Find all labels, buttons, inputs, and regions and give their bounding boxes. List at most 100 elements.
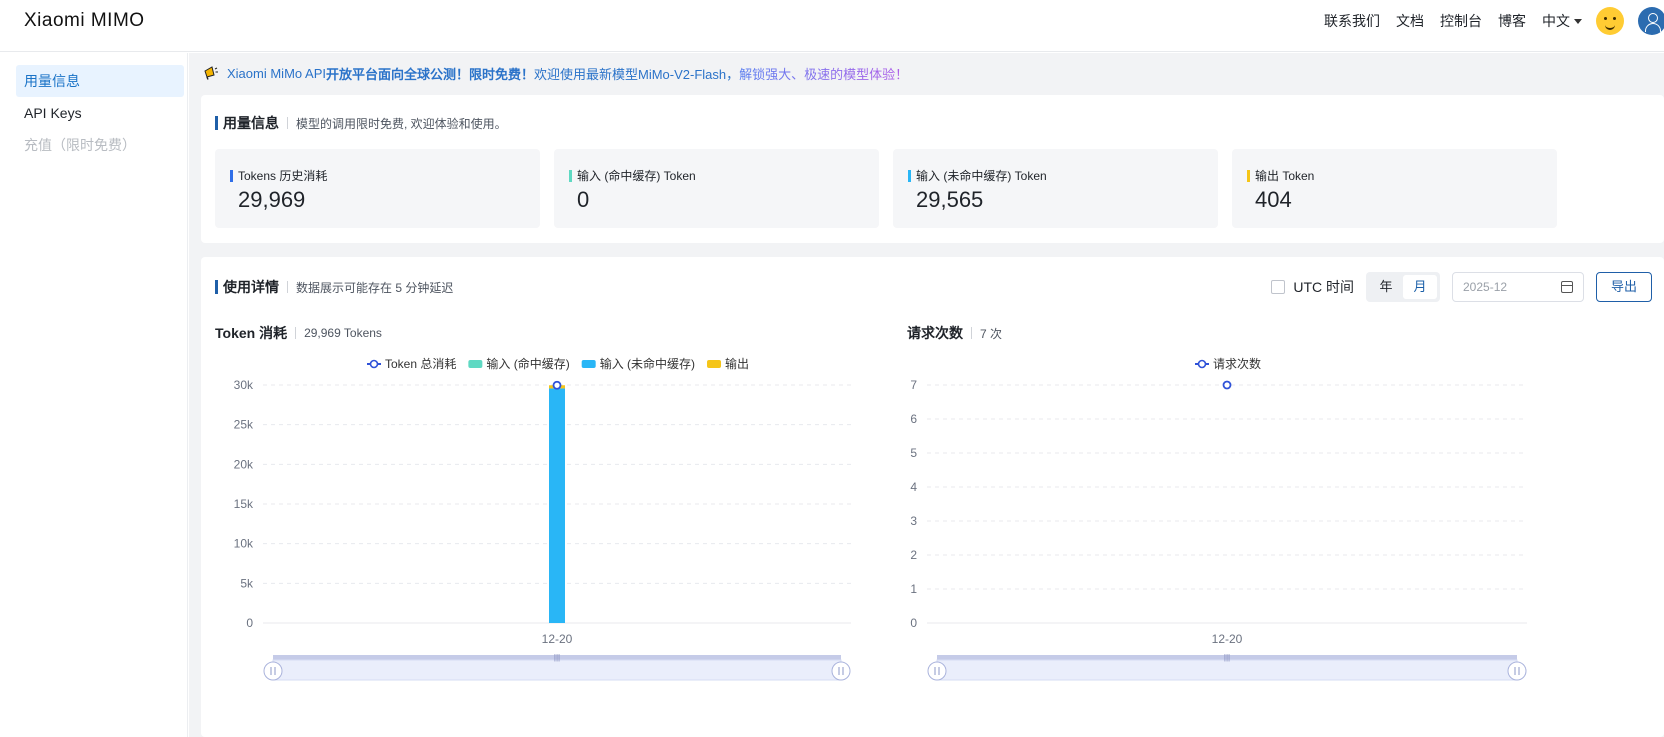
y-tick-label: 1: [910, 582, 917, 596]
month-picker[interactable]: 2025-12: [1452, 272, 1584, 302]
request-chart-header: 请求次数 7 次: [907, 323, 1002, 343]
caret-down-icon: [1574, 18, 1582, 24]
y-tick-label: 20k: [234, 457, 254, 471]
zoom-handle: [1507, 661, 1527, 681]
period-toggle: 年 月: [1366, 272, 1440, 302]
announcement-banner: Xiaomi MiMo API 开放平台面向全球公测！限时免费！ 欢迎使用最新模…: [203, 63, 908, 83]
details-controls: UTC 时间 年 月 2025-12 导出: [1271, 272, 1652, 302]
stat-label-text: 输出 Token: [1255, 169, 1315, 183]
nav-blog[interactable]: 博客: [1498, 11, 1526, 31]
sidebar: 用量信息 API Keys 充值（限时免费）: [0, 53, 188, 737]
y-tick-label: 30k: [234, 378, 254, 392]
banner-text-welcome: 欢迎使用最新模型: [534, 66, 639, 82]
y-tick-label: 10k: [234, 537, 254, 551]
token-chart-title: Token 消耗: [215, 325, 288, 341]
zoom-handle: [263, 661, 283, 681]
usage-desc: 模型的调用限时免费, 欢迎体验和使用。: [296, 116, 507, 131]
y-tick-label: 4: [910, 480, 917, 494]
bar: [549, 388, 565, 623]
stat-label: 输出 Token: [1247, 167, 1314, 184]
legend-swatch: [581, 360, 596, 368]
y-tick-label: 0: [246, 616, 253, 630]
x-tick-label: 12-20: [1212, 632, 1243, 646]
stat-value: 29,565: [916, 187, 984, 212]
legend-label: 输入 (未命中缓存): [600, 356, 695, 371]
usage-card: 用量信息 模型的调用限时免费, 欢迎体验和使用。 Tokens 历史消耗 29,…: [201, 95, 1664, 243]
period-year-button[interactable]: 年: [1369, 275, 1403, 299]
zoom-track: [936, 659, 1518, 681]
request-chart-subtitle: 7 次: [980, 326, 1003, 341]
banner-text-unlock: 解锁强大、极速的模型体验！: [739, 64, 908, 83]
banner-text-free: 开放平台面向全球公测！限时免费！: [325, 66, 534, 82]
sidebar-item-usage[interactable]: 用量信息: [16, 65, 184, 97]
y-tick-label: 0: [910, 616, 917, 630]
stat-label-text: Tokens 历史消耗: [238, 169, 328, 183]
sidebar-item-recharge: 充值（限时免费）: [24, 137, 136, 153]
section-accent: [215, 116, 218, 130]
hugging-face-icon[interactable]: [1596, 7, 1624, 35]
y-tick-label: 5k: [240, 576, 254, 590]
top-bar: Xiaomi MIMO 联系我们 文档 控制台 博客 中文: [0, 0, 1664, 52]
language-selector[interactable]: 中文: [1542, 11, 1582, 31]
token-chart-header: Token 消耗 29,969 Tokens: [215, 323, 382, 343]
megaphone-icon: [204, 66, 218, 80]
stat-input-cache-hit: 输入 (命中缓存) Token 0: [554, 149, 879, 228]
stat-total-tokens: Tokens 历史消耗 29,969: [215, 149, 540, 228]
utc-label[interactable]: UTC 时间: [1293, 277, 1354, 297]
stat-color-bar: [569, 169, 572, 182]
logo[interactable]: Xiaomi MIMO: [24, 10, 145, 32]
request-count-chart: 请求次数 0 1 2 3 4 5 6 7 12-20 |||: [910, 356, 1527, 681]
legend-label: 输入 (命中缓存): [486, 356, 569, 371]
zoom-handle: [927, 661, 947, 681]
zoom-handle: [831, 661, 851, 681]
token-chart-subtitle: 29,969 Tokens: [304, 326, 382, 340]
stat-color-bar: [230, 169, 233, 182]
y-tick-label: 6: [910, 412, 917, 426]
banner-text-api: Xiaomi MiMo API: [227, 65, 326, 81]
details-title: 使用详情: [223, 279, 279, 295]
y-tick-label: 7: [910, 378, 917, 392]
section-divider: [287, 281, 288, 293]
nav-docs[interactable]: 文档: [1396, 11, 1424, 31]
period-month-button[interactable]: 月: [1403, 275, 1437, 299]
calendar-icon: [1561, 281, 1573, 293]
legend-label: 请求次数: [1213, 356, 1261, 371]
section-divider: [971, 327, 972, 339]
stat-color-bar: [908, 169, 911, 182]
x-tick-label: 12-20: [542, 632, 573, 646]
details-header: 使用详情 数据展示可能存在 5 分钟延迟: [215, 279, 453, 295]
zoom-track: [272, 659, 842, 681]
month-picker-value: 2025-12: [1463, 280, 1508, 294]
user-avatar-icon[interactable]: [1638, 7, 1664, 35]
nav-console[interactable]: 控制台: [1440, 11, 1482, 31]
usage-title: 用量信息: [223, 115, 279, 131]
nav-contact[interactable]: 联系我们: [1324, 11, 1380, 31]
zoom-grip: |||: [554, 653, 560, 662]
stat-label-text: 输入 (命中缓存) Token: [577, 169, 696, 183]
export-button[interactable]: 导出: [1596, 272, 1652, 302]
legend-swatch-marker: [1197, 359, 1207, 369]
section-accent: [215, 280, 218, 294]
y-tick-label: 25k: [234, 418, 254, 432]
stat-value: 0: [577, 187, 590, 212]
details-desc: 数据展示可能存在 5 分钟延迟: [296, 280, 454, 295]
section-divider: [287, 117, 288, 129]
legend-label: Token 总消耗: [385, 357, 456, 371]
section-divider: [295, 327, 297, 339]
stat-label: 输入 (未命中缓存) Token: [908, 167, 1047, 184]
utc-checkbox[interactable]: [1271, 280, 1286, 294]
banner-model-link[interactable]: MiMo-V2-Flash，: [638, 64, 739, 83]
y-tick-label: 15k: [234, 497, 254, 511]
stat-output-tokens: 输出 Token 404: [1232, 149, 1557, 228]
legend-swatch: [468, 360, 483, 368]
legend-label: 输出: [725, 356, 749, 371]
stat-value: 29,969: [238, 187, 306, 212]
stat-color-bar: [1247, 169, 1250, 182]
stat-input-cache-miss: 输入 (未命中缓存) Token 29,565: [893, 149, 1218, 228]
details-card: 使用详情 数据展示可能存在 5 分钟延迟 UTC 时间 年 月 2025-12 …: [201, 257, 1664, 737]
sidebar-item-api-keys[interactable]: API Keys: [16, 97, 184, 129]
token-consumption-chart: Token 总消耗 输入 (命中缓存) 输入 (未命中缓存) 输出 0 5k 10k 15k 2…: [234, 356, 851, 681]
data-point: [1222, 380, 1232, 390]
y-tick-label: 2: [910, 548, 917, 562]
top-nav: 联系我们 文档 控制台 博客 中文: [1324, 0, 1664, 42]
